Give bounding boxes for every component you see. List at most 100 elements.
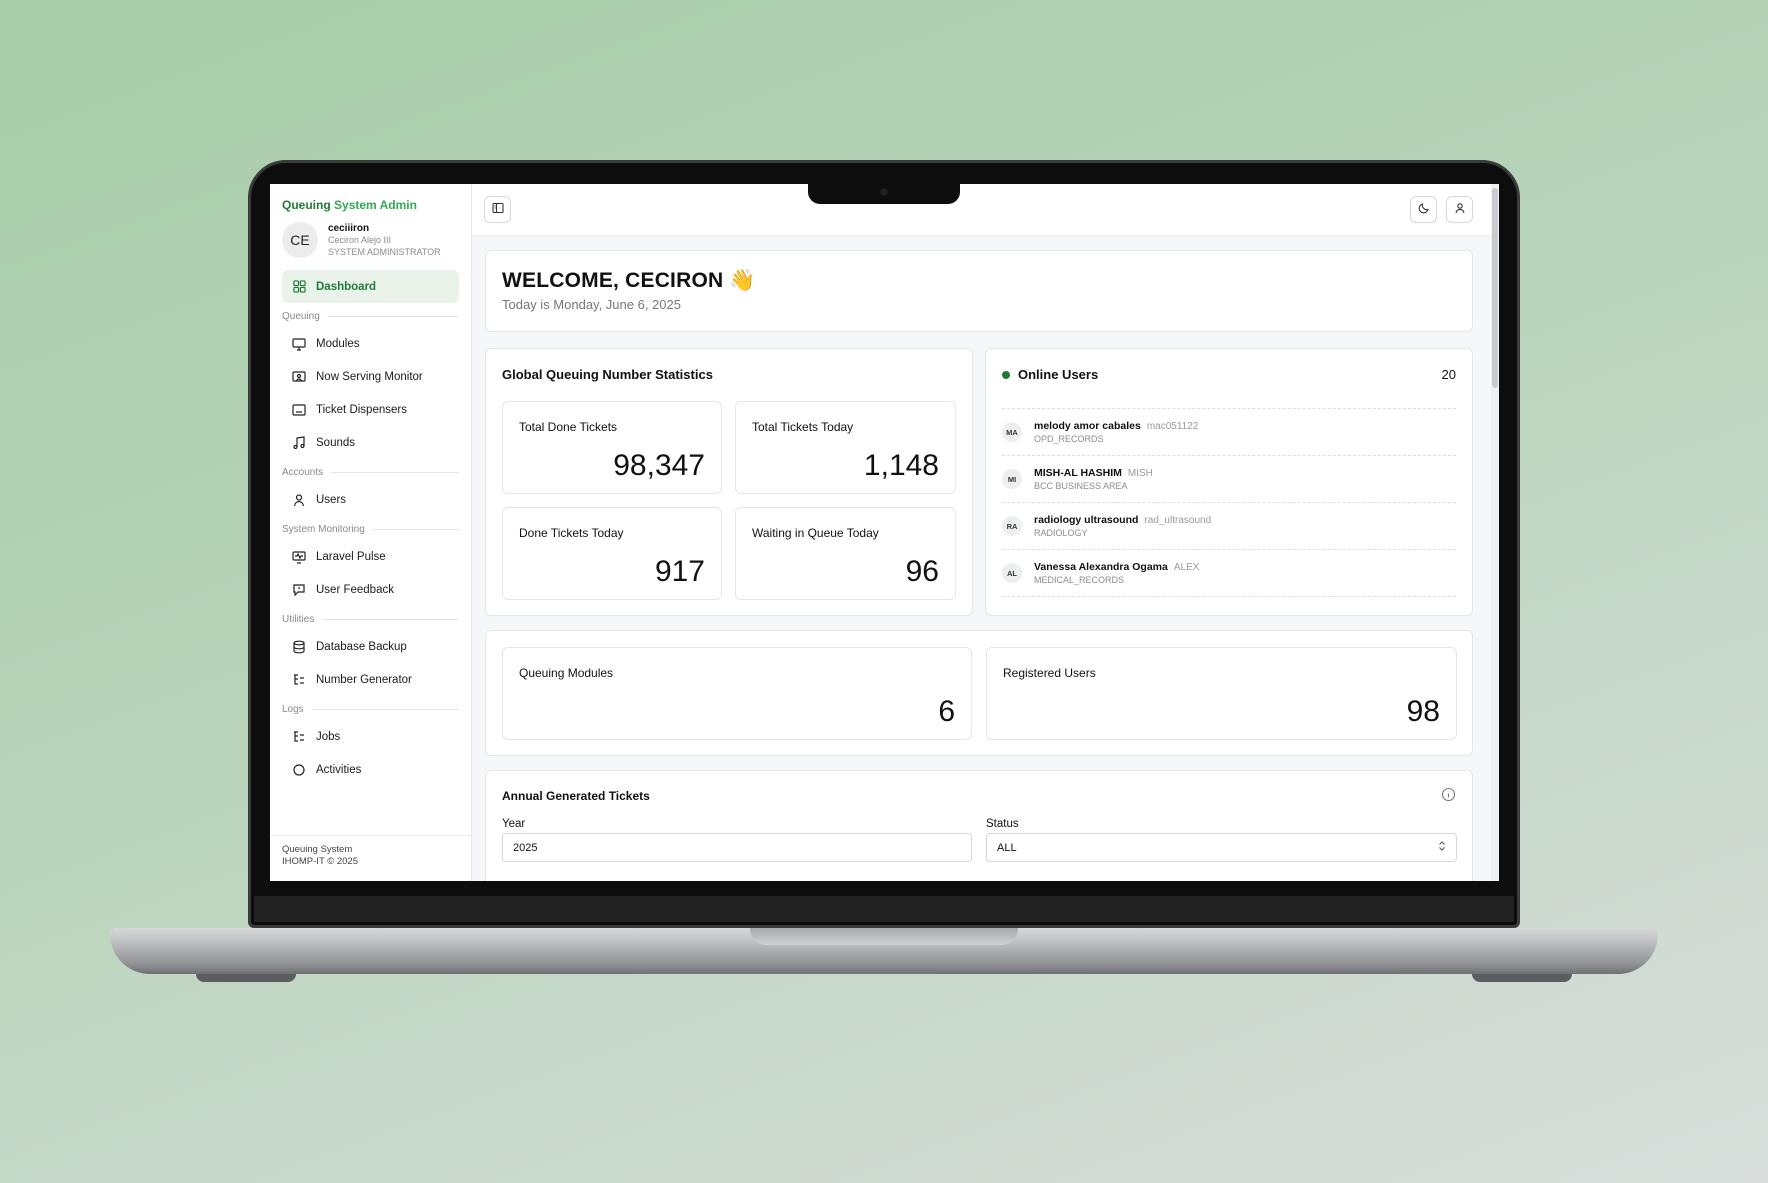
laptop-hinge-notch <box>750 928 1018 945</box>
sidebar-toggle-button[interactable] <box>484 196 511 223</box>
stat-label: Total Tickets Today <box>752 420 854 434</box>
year-input[interactable]: 2025 <box>502 833 972 862</box>
username: ceciiiron <box>328 222 370 234</box>
user-name: melody amor cabales <box>1034 420 1141 432</box>
global-stats-card: Global Queuing Number Statistics Total D… <box>485 348 973 616</box>
year-label: Year <box>502 818 526 830</box>
camera-icon <box>880 188 888 196</box>
list-item[interactable]: MA melody amor cabales mac051122 OPD_RECO… <box>1002 409 1456 456</box>
stat-value: 1,148 <box>863 449 939 482</box>
stats-title: Global Queuing Number Statistics <box>502 367 713 382</box>
avatar: CE <box>282 222 318 258</box>
annual-tickets-card: Annual Generated Tickets Year 2025 Statu… <box>485 770 1473 881</box>
topbar <box>472 184 1499 236</box>
stat-label: Queuing Modules <box>519 666 614 680</box>
status-select[interactable]: ALL <box>986 833 1457 862</box>
stat-done-today: Done Tickets Today 917 <box>502 507 722 600</box>
profile-button[interactable] <box>1446 196 1473 223</box>
page-title: WELCOME, CECIRON 👋 <box>502 269 756 292</box>
list-item[interactable]: AL Vanessa Alexandra Ogama ALEX MEDICAL_R… <box>1002 550 1456 597</box>
dispenser-icon <box>292 403 306 417</box>
sidebar-item-modules[interactable]: Modules <box>282 327 459 360</box>
user-department: BCC BUSINESS AREA <box>1034 481 1128 491</box>
list-item[interactable]: RA radiology ultrasound rad_ultrasound RA… <box>1002 503 1456 550</box>
sidebar-item-sounds[interactable]: Sounds <box>282 426 459 459</box>
sidebar-footer: Queuing System IHOMP-IT © 2025 <box>270 835 471 881</box>
sidebar-item-backup[interactable]: Database Backup <box>282 630 459 663</box>
avatar: MA <box>1002 422 1022 442</box>
sidebar-item-label: Now Serving Monitor <box>316 370 423 383</box>
sidebar-item-dashboard[interactable]: Dashboard <box>282 270 459 303</box>
user-full-name: Ceciron Alejo III <box>328 234 392 245</box>
dashboard-icon <box>292 280 306 294</box>
dark-mode-button[interactable] <box>1410 196 1437 223</box>
scroll-thumb[interactable] <box>1492 188 1498 388</box>
stat-value: 98,347 <box>613 449 705 482</box>
user-icon <box>1454 201 1466 219</box>
user-handle: rad_ultrasound <box>1144 515 1212 526</box>
user-name: radiology ultrasound <box>1034 514 1139 526</box>
online-status-icon <box>1002 370 1010 379</box>
user-department: MEDICAL_RECORDS <box>1034 575 1125 585</box>
footer-copyright: IHOMP-IT © 2025 <box>282 856 358 867</box>
scrollbar[interactable] <box>1491 184 1499 881</box>
status-label: Status <box>986 818 1019 830</box>
main-content: WELCOME, CECIRON 👋 Today is Monday, June… <box>472 184 1499 881</box>
section-monitoring: System Monitoring <box>282 518 459 540</box>
user-department: OPD_RECORDS <box>1034 434 1104 444</box>
list-item[interactable]: MI MISH-AL HASHIM MISH BCC BUSINESS AREA <box>1002 456 1456 503</box>
stat-value: 98 <box>1406 695 1440 728</box>
section-logs: Logs <box>282 698 459 720</box>
annual-title: Annual Generated Tickets <box>502 789 650 803</box>
user-icon <box>292 493 306 507</box>
sidebar-item-users[interactable]: Users <box>282 483 459 516</box>
sidebar-item-now-serving[interactable]: Now Serving Monitor <box>282 360 459 393</box>
sidebar-item-activities[interactable]: Activities <box>282 753 459 786</box>
section-utilities: Utilities <box>282 608 459 630</box>
sidebar-item-feedback[interactable]: User Feedback <box>282 573 459 606</box>
stat-label: Registered Users <box>1003 666 1096 680</box>
pulse-monitor-icon <box>292 550 306 564</box>
sidebar-item-label: Dashboard <box>316 280 377 293</box>
status-selected-value: ALL <box>997 841 1017 854</box>
section-accounts: Accounts <box>282 461 459 483</box>
sidebar-item-label: Users <box>316 493 347 506</box>
stat-value: 96 <box>905 555 939 588</box>
screen: Queuing System Admin CE ceciiiron Ceciro… <box>270 184 1499 881</box>
online-users-title: Online Users <box>1018 367 1099 382</box>
user-role: SYSTEM ADMINISTRATOR <box>328 246 441 257</box>
stat-label: Done Tickets Today <box>519 526 624 540</box>
online-users-card: Online Users 20 MA melody amor cabales ma… <box>985 348 1473 616</box>
brand-part2: System Admin <box>334 198 417 212</box>
sidebar-item-pulse[interactable]: Laravel Pulse <box>282 540 459 573</box>
sidebar-item-label: Jobs <box>316 730 341 743</box>
laptop-bezel <box>254 896 1514 922</box>
sidebar-item-number-generator[interactable]: Number Generator <box>282 663 459 696</box>
sidebar-item-jobs[interactable]: Jobs <box>282 720 459 753</box>
laptop-foot <box>196 974 296 982</box>
user-name: MISH-AL HASHIM <box>1034 467 1122 479</box>
tree-icon <box>292 673 306 687</box>
avatar: RA <box>1002 516 1022 536</box>
section-queuing: Queuing <box>282 305 459 327</box>
sidebar-item-label: Ticket Dispensers <box>316 403 407 416</box>
stat-registered-users: Registered Users 98 <box>986 647 1457 740</box>
sidebar-item-label: User Feedback <box>316 583 394 596</box>
user-profile: CE ceciiiron Ceciron Alejo III SYSTEM AD… <box>282 222 459 258</box>
laptop-foot <box>1472 974 1572 982</box>
user-handle: MISH <box>1127 468 1153 479</box>
sidebar-item-label: Modules <box>316 337 360 350</box>
stat-total-today: Total Tickets Today 1,148 <box>735 401 956 494</box>
summary-card: Queuing Modules 6 Registered Users 98 <box>485 630 1473 756</box>
brand-logo[interactable]: Queuing System Admin <box>282 198 459 212</box>
activity-icon <box>292 763 306 777</box>
online-users-count: 20 <box>1441 367 1456 382</box>
sidebar-item-label: Number Generator <box>316 673 412 686</box>
monitor-user-icon <box>292 370 306 384</box>
stat-queuing-modules: Queuing Modules 6 <box>502 647 972 740</box>
info-icon[interactable] <box>1441 787 1456 807</box>
user-department: RADIOLOGY <box>1034 528 1088 538</box>
user-handle: mac051122 <box>1146 421 1199 432</box>
user-handle: ALEX <box>1173 562 1200 573</box>
sidebar-item-dispensers[interactable]: Ticket Dispensers <box>282 393 459 426</box>
